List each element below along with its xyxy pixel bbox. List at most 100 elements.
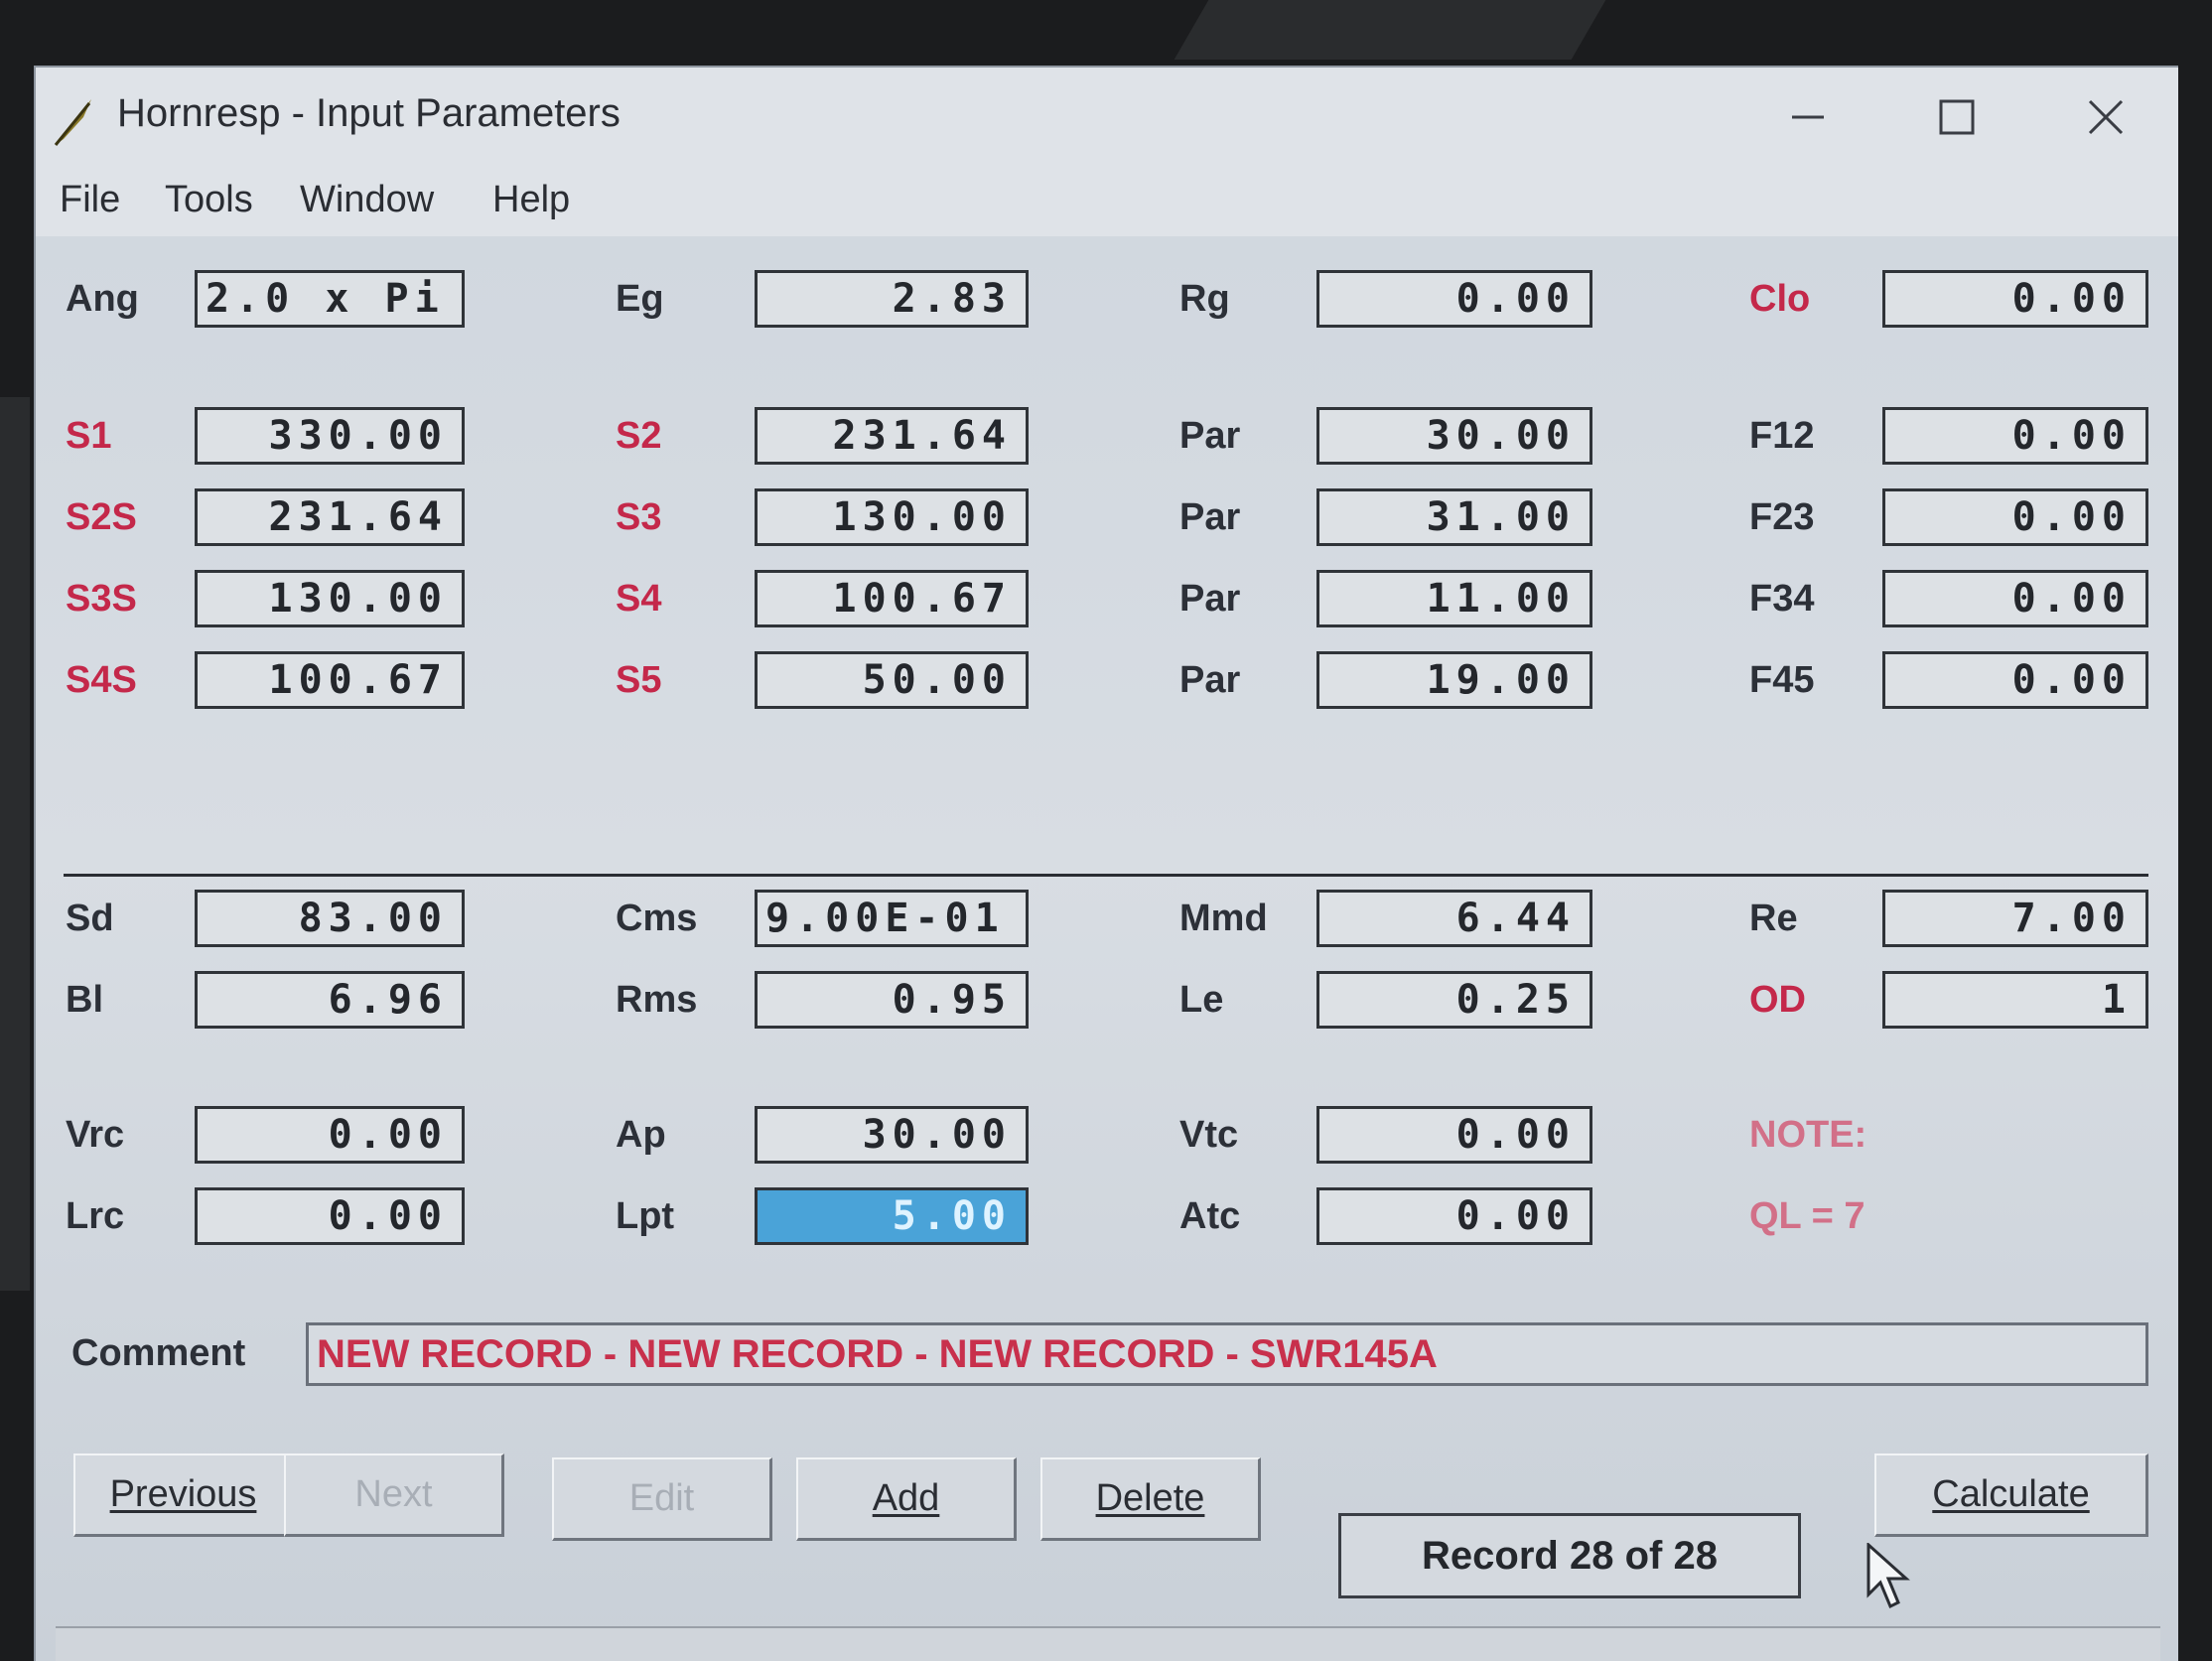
f34-label: F34 (1749, 578, 1815, 620)
next-button[interactable]: Next (284, 1453, 504, 1537)
note-text: QL = 7 (1749, 1195, 1866, 1237)
rms-label: Rms (616, 979, 698, 1021)
minimize-icon (1792, 115, 1824, 119)
maximize-button[interactable] (1912, 85, 2002, 149)
s5-label: S5 (616, 659, 662, 701)
f12-label: F12 (1749, 415, 1815, 457)
par1-label: Par (1179, 415, 1241, 457)
record-status: Record 28 of 28 (1338, 1513, 1801, 1598)
sd-field[interactable]: 83.00 (195, 890, 465, 947)
re-field[interactable]: 7.00 (1882, 890, 2148, 947)
f23-label: F23 (1749, 496, 1815, 538)
status-bar (56, 1626, 2160, 1661)
clo-label: Clo (1749, 278, 1811, 320)
title-bar[interactable]: Hornresp - Input Parameters (36, 68, 2178, 167)
mouse-cursor-icon (1866, 1543, 1910, 1609)
eg-label: Eg (616, 278, 664, 320)
s2-field[interactable]: 231.64 (755, 407, 1029, 465)
s4s-label: S4S (66, 659, 137, 701)
clo-field[interactable]: 0.00 (1882, 270, 2148, 328)
atc-field[interactable]: 0.00 (1316, 1187, 1592, 1245)
s1-field[interactable]: 330.00 (195, 407, 465, 465)
atc-label: Atc (1179, 1195, 1241, 1237)
previous-button[interactable]: Previous (73, 1453, 294, 1537)
par4-field[interactable]: 19.00 (1316, 651, 1592, 709)
vtc-label: Vtc (1179, 1114, 1239, 1156)
s2s-label: S2S (66, 496, 137, 538)
rg-label: Rg (1179, 278, 1230, 320)
lpt-field[interactable]: 5.00 (755, 1187, 1029, 1245)
background-texture (0, 397, 30, 1291)
close-icon (2088, 99, 2124, 135)
close-button[interactable] (2061, 85, 2150, 149)
eg-field[interactable]: 2.83 (755, 270, 1029, 328)
par3-label: Par (1179, 578, 1241, 620)
background-texture (1174, 0, 1606, 60)
cms-label: Cms (616, 898, 698, 939)
lrc-label: Lrc (66, 1195, 125, 1237)
ap-label: Ap (616, 1114, 666, 1156)
calculate-button[interactable]: Calculate (1874, 1453, 2148, 1537)
parameters-panel: Ang 2.0 x Pi Eg 2.83 Rg 0.00 Clo 0.00 S1… (36, 236, 2178, 1661)
f45-field[interactable]: 0.00 (1882, 651, 2148, 709)
menu-file[interactable]: File (60, 179, 120, 221)
par1-field[interactable]: 30.00 (1316, 407, 1592, 465)
window-title: Hornresp - Input Parameters (117, 91, 621, 135)
par2-field[interactable]: 31.00 (1316, 488, 1592, 546)
menu-help[interactable]: Help (492, 179, 570, 221)
s2s-field[interactable]: 231.64 (195, 488, 465, 546)
s4-field[interactable]: 100.67 (755, 570, 1029, 627)
s4-label: S4 (616, 578, 662, 620)
s4s-field[interactable]: 100.67 (195, 651, 465, 709)
bl-field[interactable]: 6.96 (195, 971, 465, 1029)
s3-label: S3 (616, 496, 662, 538)
ang-label: Ang (66, 278, 139, 320)
comment-label: Comment (71, 1332, 246, 1374)
s3-field[interactable]: 130.00 (755, 488, 1029, 546)
s2-label: S2 (616, 415, 662, 457)
od-field[interactable]: 1 (1882, 971, 2148, 1029)
menu-tools[interactable]: Tools (165, 179, 253, 221)
feather-icon (54, 99, 91, 146)
ap-field[interactable]: 30.00 (755, 1106, 1029, 1164)
le-label: Le (1179, 979, 1224, 1021)
f23-field[interactable]: 0.00 (1882, 488, 2148, 546)
maximize-icon (1939, 99, 1975, 135)
add-button[interactable]: Add (796, 1457, 1017, 1541)
le-field[interactable]: 0.25 (1316, 971, 1592, 1029)
note-title: NOTE: (1749, 1114, 1867, 1156)
s5-field[interactable]: 50.00 (755, 651, 1029, 709)
input-parameters-window: Hornresp - Input Parameters File Tools W… (34, 66, 2178, 1661)
cms-field[interactable]: 9.00E-01 (755, 890, 1029, 947)
lpt-label: Lpt (616, 1195, 675, 1237)
s1-label: S1 (66, 415, 112, 457)
delete-button[interactable]: Delete (1040, 1457, 1261, 1541)
rms-field[interactable]: 0.95 (755, 971, 1029, 1029)
minimize-button[interactable] (1763, 85, 1853, 149)
menu-bar: File Tools Window Help (36, 167, 2178, 236)
mmd-label: Mmd (1179, 898, 1268, 939)
f34-field[interactable]: 0.00 (1882, 570, 2148, 627)
s3s-label: S3S (66, 578, 137, 620)
bl-label: Bl (66, 979, 103, 1021)
sd-label: Sd (66, 898, 114, 939)
menu-window[interactable]: Window (300, 179, 434, 221)
rg-field[interactable]: 0.00 (1316, 270, 1592, 328)
vrc-label: Vrc (66, 1114, 125, 1156)
f45-label: F45 (1749, 659, 1815, 701)
ang-field[interactable]: 2.0 x Pi (195, 270, 465, 328)
vtc-field[interactable]: 0.00 (1316, 1106, 1592, 1164)
par2-label: Par (1179, 496, 1241, 538)
f12-field[interactable]: 0.00 (1882, 407, 2148, 465)
par4-label: Par (1179, 659, 1241, 701)
od-label: OD (1749, 979, 1806, 1021)
section-divider (64, 874, 2148, 877)
comment-field[interactable]: NEW RECORD - NEW RECORD - NEW RECORD - S… (306, 1322, 2148, 1386)
mmd-field[interactable]: 6.44 (1316, 890, 1592, 947)
vrc-field[interactable]: 0.00 (195, 1106, 465, 1164)
edit-button[interactable]: Edit (552, 1457, 772, 1541)
re-label: Re (1749, 898, 1798, 939)
par3-field[interactable]: 11.00 (1316, 570, 1592, 627)
lrc-field[interactable]: 0.00 (195, 1187, 465, 1245)
s3s-field[interactable]: 130.00 (195, 570, 465, 627)
